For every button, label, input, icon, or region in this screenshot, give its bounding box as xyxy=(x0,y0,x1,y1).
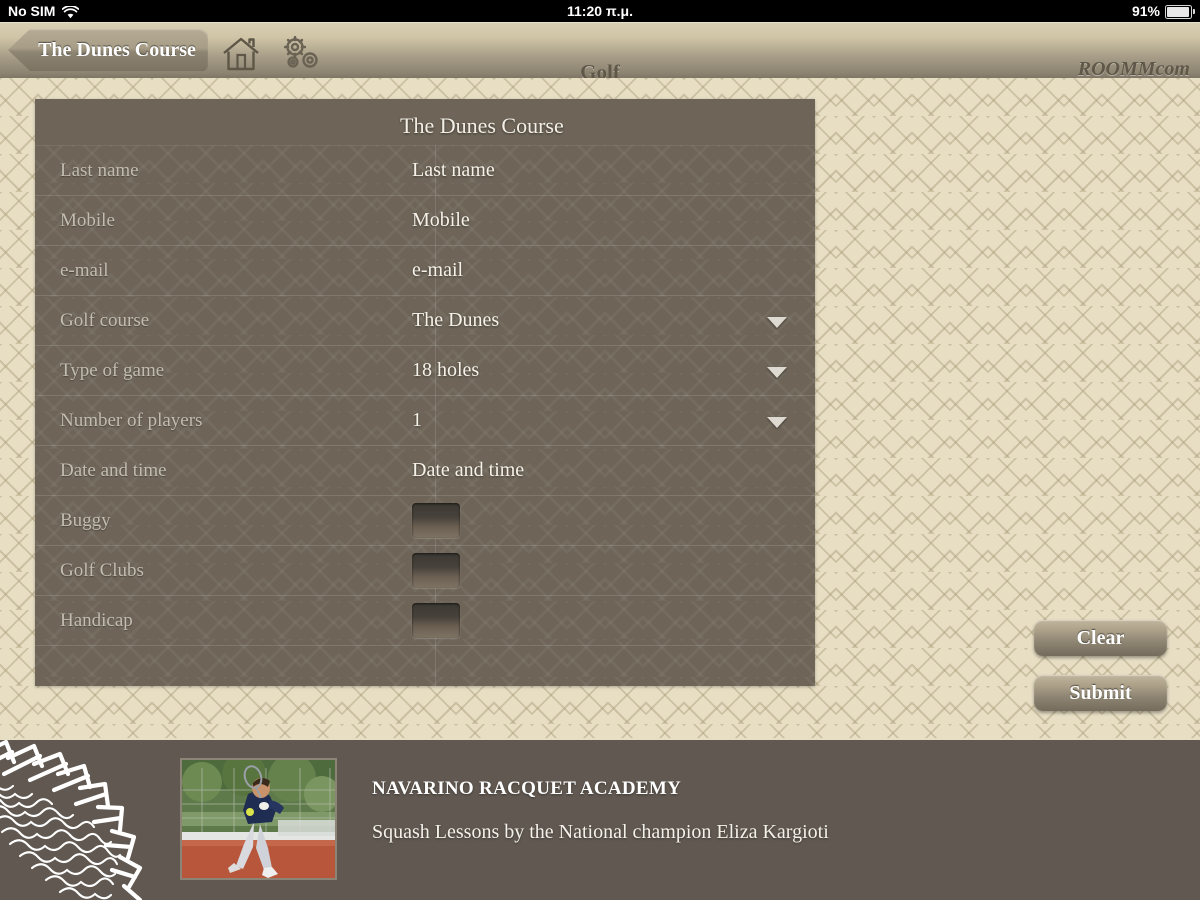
form-row[interactable]: e-mail e-mail xyxy=(35,246,815,296)
form-row-label: Handicap xyxy=(60,609,133,631)
form-row-value: e-mail xyxy=(412,259,464,281)
banner-text-block: NAVARINO RACQUET ACADEMY Squash Lessons … xyxy=(372,778,1152,844)
form-row-value: Date and time xyxy=(412,459,525,481)
form-row-label: Number of players xyxy=(60,409,203,431)
form-row-label: Date and time xyxy=(60,459,167,481)
form-row-label: e-mail xyxy=(60,259,109,281)
status-bar: No SIM 11:20 π.μ. 91% xyxy=(0,0,1200,22)
form-row-value: 1 xyxy=(412,409,422,431)
form-row-select[interactable]: 1 xyxy=(400,409,815,432)
checkbox-control[interactable] xyxy=(412,603,460,638)
form-row[interactable]: Golf course The Dunes xyxy=(35,296,815,346)
submit-button[interactable]: Submit xyxy=(1034,675,1167,711)
form-row[interactable]: Handicap xyxy=(35,596,815,646)
form-row-label: Mobile xyxy=(60,209,115,231)
checkbox-control[interactable] xyxy=(412,503,460,538)
form-row-label: Last name xyxy=(60,159,139,181)
form-row-checkbox[interactable] xyxy=(400,603,815,638)
form-row[interactable]: Mobile Mobile xyxy=(35,196,815,246)
chevron-down-icon[interactable] xyxy=(767,316,787,328)
home-icon[interactable] xyxy=(222,36,260,72)
form-row-select[interactable]: The Dunes xyxy=(400,309,815,332)
app-root: No SIM 11:20 π.μ. 91% The Dunes Course G… xyxy=(0,0,1200,900)
form-row[interactable]: Buggy xyxy=(35,496,815,546)
status-bar-clock: 11:20 π.μ. xyxy=(567,3,633,19)
form-row-label: Buggy xyxy=(60,509,111,531)
chevron-down-icon[interactable] xyxy=(767,416,787,428)
promo-banner[interactable]: NAVARINO RACQUET ACADEMY Squash Lessons … xyxy=(0,740,1200,900)
chevron-down-icon[interactable] xyxy=(767,366,787,378)
form-row-label: Golf Clubs xyxy=(60,559,144,581)
form-row-input[interactable]: Last name xyxy=(400,159,815,182)
clear-button[interactable]: Clear xyxy=(1034,620,1167,656)
form-row-input[interactable]: e-mail xyxy=(400,259,815,282)
status-bar-right: 91% xyxy=(1131,3,1195,19)
form-row-label: Golf course xyxy=(60,309,150,331)
form-row-value: Last name xyxy=(412,159,495,181)
squash-player-photo xyxy=(180,758,337,880)
form-row[interactable]: Golf Clubs xyxy=(35,546,815,596)
form-rows: Last name Last name Mobile Mobile e-mail e-ma… xyxy=(35,145,815,646)
form-row[interactable]: Last name Last name xyxy=(35,145,815,196)
nav-bar: The Dunes Course Golf ROOMMcom xyxy=(0,22,1200,84)
back-button-label: The Dunes Course xyxy=(38,38,196,61)
form-row-input[interactable]: Mobile xyxy=(400,209,815,232)
form-row-checkbox[interactable] xyxy=(400,553,815,588)
booking-form-panel: The Dunes Course Last name Last name Mobil… xyxy=(35,99,815,686)
submit-button-label: Submit xyxy=(1069,681,1132,704)
clear-button-label: Clear xyxy=(1076,626,1125,649)
form-row[interactable]: Date and time Date and time xyxy=(35,446,815,496)
form-row-input[interactable]: Date and time xyxy=(400,459,815,482)
form-row-value: Mobile xyxy=(412,209,470,231)
banner-heading: NAVARINO RACQUET ACADEMY xyxy=(372,778,682,799)
form-row-value: 18 holes xyxy=(412,359,480,381)
form-row-label: Type of game xyxy=(60,359,165,381)
form-row-select[interactable]: 18 holes xyxy=(400,359,815,382)
form-row[interactable]: Number of players 1 xyxy=(35,396,815,446)
battery-icon xyxy=(1165,5,1195,19)
form-row-value: The Dunes xyxy=(412,309,500,331)
form-title: The Dunes Course xyxy=(400,113,564,138)
racquet-strings-decoration xyxy=(0,740,180,900)
form-row[interactable]: Type of game 18 holes xyxy=(35,346,815,396)
banner-subheading: Squash Lessons by the National champion … xyxy=(372,821,829,843)
checkbox-control[interactable] xyxy=(412,553,460,588)
battery-percent-label: 91% xyxy=(1131,3,1160,19)
gears-icon[interactable] xyxy=(280,35,318,72)
back-button[interactable]: The Dunes Course xyxy=(8,29,208,71)
form-row-checkbox[interactable] xyxy=(400,503,815,538)
